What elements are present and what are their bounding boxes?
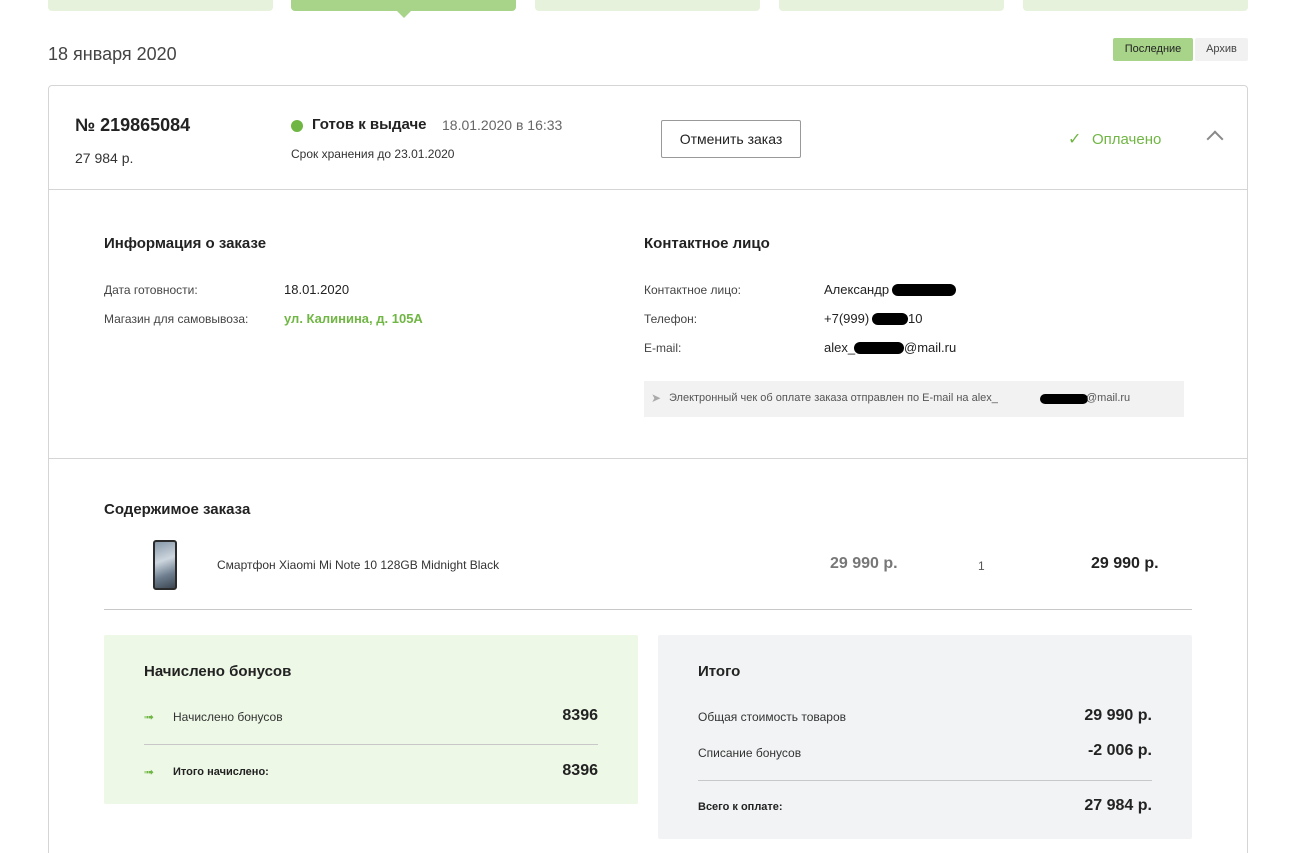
grand-total-label: Всего к оплате: (698, 801, 783, 813)
bonus-arrow-icon: ➟ (144, 765, 155, 779)
bonus-title: Начислено бонусов (144, 663, 292, 680)
store-address-link[interactable]: ул. Калинина, д. 105А (284, 311, 423, 326)
redaction-mark (854, 342, 904, 354)
goods-total-value: 29 990 р. (1084, 707, 1152, 724)
order-tab-4[interactable] (779, 0, 1004, 11)
redaction-mark (1040, 394, 1088, 404)
redaction-mark (892, 284, 956, 296)
bonus-writeoff-value: -2 006 р. (1087, 742, 1152, 759)
date-heading: 18 января 2020 (48, 44, 177, 64)
bonus-arrow-icon: ➟ (144, 710, 155, 724)
email-prefix: alex_ (824, 340, 856, 355)
bonus-accrued-value: 8396 (562, 707, 598, 724)
contact-person-value: Александр (824, 282, 890, 297)
order-tab-1[interactable] (48, 0, 273, 11)
paid-status: Оплачено (1092, 131, 1162, 148)
grand-total-value: 27 984 р. (1084, 797, 1152, 814)
order-tab-2-active[interactable] (291, 0, 516, 11)
order-status: Готов к выдаче (312, 116, 427, 133)
product-sum: 29 990 р. (1091, 555, 1159, 572)
bonus-total-value: 8396 (562, 762, 598, 779)
check-icon: ✓ (1068, 131, 1082, 148)
product-image[interactable] (153, 540, 177, 590)
ready-date-label: Дата готовности: (104, 283, 198, 297)
bonus-accrued-label: Начислено бонусов (173, 710, 283, 724)
filter-recent-button[interactable]: Последние (1113, 38, 1193, 61)
order-number: № 219865084 (75, 115, 191, 135)
bonus-divider (144, 744, 598, 745)
contents-divider (104, 609, 1192, 610)
redaction-mark (872, 313, 908, 325)
status-dot-icon (291, 120, 303, 132)
email-suffix: @mail.ru (904, 340, 957, 355)
store-label: Магазин для самовывоза: (104, 312, 249, 326)
summary-title: Итого (698, 663, 741, 680)
goods-total-label: Общая стоимость товаров (698, 710, 847, 724)
active-tab-pointer (397, 11, 411, 18)
product-price: 29 990 р. (830, 555, 898, 572)
contact-title: Контактное лицо (644, 235, 770, 252)
order-total: 27 984 р. (75, 150, 134, 166)
cancel-order-button[interactable]: Отменить заказ (661, 120, 801, 158)
contact-person-label: Контактное лицо: (644, 283, 741, 297)
summary-divider (698, 780, 1152, 781)
ready-date-value: 18.01.2020 (284, 282, 350, 297)
order-contents-title: Содержимое заказа (104, 501, 251, 518)
bonus-writeoff-label: Списание бонусов (698, 746, 802, 760)
bonus-total-label: Итого начислено: (173, 766, 269, 778)
phone-suffix: 10 (908, 311, 923, 326)
status-date: 18.01.2020 в 16:33 (442, 117, 563, 133)
filter-archive-button[interactable]: Архив (1195, 38, 1248, 61)
header-divider (49, 189, 1247, 190)
order-tab-5[interactable] (1023, 0, 1248, 11)
product-quantity: 1 (978, 559, 985, 573)
phone-label: Телефон: (644, 312, 698, 326)
storage-deadline: Срок хранения до 23.01.2020 (291, 147, 455, 161)
phone-prefix: +7(999) (824, 311, 870, 326)
info-divider (49, 458, 1247, 459)
order-tab-3[interactable] (535, 0, 760, 11)
order-info-title: Информация о заказе (104, 235, 267, 252)
send-arrow-icon: ➤ (651, 391, 662, 405)
receipt-text: Электронный чек об оплате заказа отправл… (669, 392, 998, 404)
email-label: E-mail: (644, 341, 682, 355)
product-name[interactable]: Смартфон Xiaomi Mi Note 10 128GB Midnigh… (217, 558, 499, 572)
receipt-email-suffix: @mail.ru (1086, 392, 1131, 404)
